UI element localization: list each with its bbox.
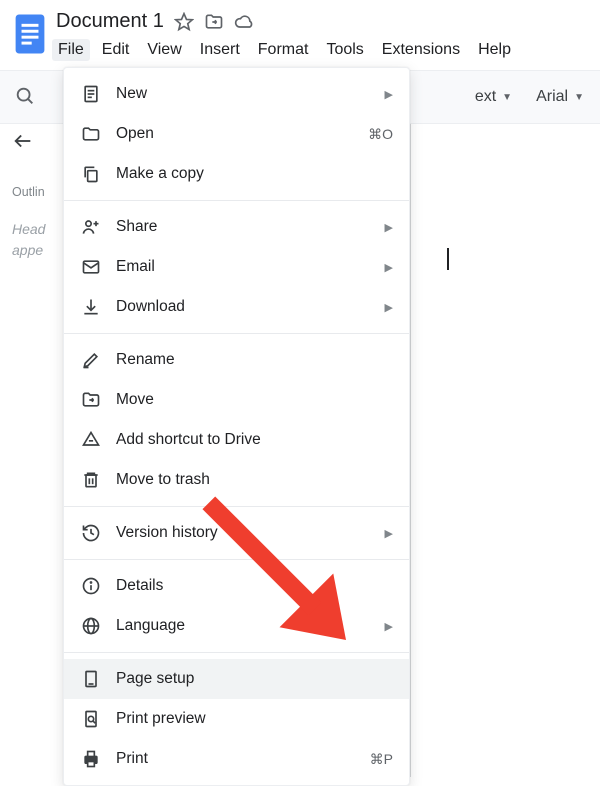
file-email[interactable]: Email ▶: [64, 247, 409, 287]
menu-item-label: Version history: [116, 524, 385, 542]
menu-separator: [64, 200, 409, 201]
menu-insert[interactable]: Insert: [200, 41, 240, 59]
menu-item-label: Print: [116, 750, 370, 768]
font-dropdown[interactable]: Arial ▼: [528, 84, 592, 110]
file-open[interactable]: Open ⌘O: [64, 114, 409, 154]
file-download[interactable]: Download ▶: [64, 287, 409, 327]
share-person-icon: [80, 216, 102, 238]
menu-separator: [64, 506, 409, 507]
document-title[interactable]: Document 1: [56, 10, 164, 33]
header-main: Document 1 File Edit View Insert Format …: [56, 8, 511, 69]
download-icon: [80, 296, 102, 318]
file-add-shortcut[interactable]: Add shortcut to Drive: [64, 420, 409, 460]
submenu-arrow-icon: ▶: [385, 88, 393, 101]
menu-item-shortcut: ⌘P: [370, 751, 393, 768]
paragraph-style-dropdown[interactable]: ext ▼: [467, 84, 520, 110]
menu-item-label: Language: [116, 617, 385, 635]
email-icon: [80, 256, 102, 278]
caret-down-icon: ▼: [502, 92, 512, 103]
outline-label: Outlin: [12, 185, 62, 199]
menu-item-label: Print preview: [116, 710, 393, 728]
menu-edit[interactable]: Edit: [102, 41, 130, 59]
docs-logo-icon[interactable]: [10, 8, 50, 60]
menu-extensions[interactable]: Extensions: [382, 41, 460, 59]
font-label: Arial: [536, 88, 568, 106]
print-preview-icon: [80, 708, 102, 730]
search-icon[interactable]: [14, 85, 36, 110]
star-icon[interactable]: [174, 12, 194, 32]
file-print-preview[interactable]: Print preview: [64, 699, 409, 739]
submenu-arrow-icon: ▶: [385, 261, 393, 274]
submenu-arrow-icon: ▶: [385, 527, 393, 540]
app-header: Document 1 File Edit View Insert Format …: [0, 0, 600, 69]
menu-item-label: Make a copy: [116, 165, 393, 183]
submenu-arrow-icon: ▶: [385, 301, 393, 314]
file-rename[interactable]: Rename: [64, 340, 409, 380]
menu-item-label: Email: [116, 258, 385, 276]
menu-separator: [64, 652, 409, 653]
menu-format[interactable]: Format: [258, 41, 309, 59]
menu-item-label: Page setup: [116, 670, 393, 688]
file-page-setup[interactable]: Page setup: [64, 659, 409, 699]
outline-pane: Outlin Head appe: [0, 130, 62, 261]
text-cursor: [447, 248, 449, 270]
move-folder-icon[interactable]: [204, 12, 224, 32]
menu-tools[interactable]: Tools: [326, 41, 363, 59]
file-details[interactable]: Details: [64, 566, 409, 606]
menu-file[interactable]: File: [52, 39, 90, 61]
submenu-arrow-icon: ▶: [385, 221, 393, 234]
menu-item-label: New: [116, 85, 385, 103]
menu-separator: [64, 333, 409, 334]
paragraph-style-label: ext: [475, 88, 496, 106]
move-icon: [80, 389, 102, 411]
back-arrow-icon[interactable]: [12, 140, 34, 155]
trash-icon: [80, 469, 102, 491]
menu-item-label: Details: [116, 577, 393, 595]
file-share[interactable]: Share ▶: [64, 207, 409, 247]
file-make-copy[interactable]: Make a copy: [64, 154, 409, 194]
menu-item-label: Add shortcut to Drive: [116, 431, 393, 449]
menu-separator: [64, 559, 409, 560]
cloud-status-icon[interactable]: [234, 12, 254, 32]
file-print[interactable]: Print ⌘P: [64, 739, 409, 779]
file-menu-dropdown: New ▶ Open ⌘O Make a copy Share ▶ Email …: [63, 67, 410, 786]
file-move[interactable]: Move: [64, 380, 409, 420]
history-icon: [80, 522, 102, 544]
file-language[interactable]: Language ▶: [64, 606, 409, 646]
menu-item-label: Move: [116, 391, 393, 409]
menu-item-label: Move to trash: [116, 471, 393, 489]
menu-item-label: Share: [116, 218, 385, 236]
caret-down-icon: ▼: [574, 92, 584, 103]
page-setup-icon: [80, 668, 102, 690]
file-version-history[interactable]: Version history ▶: [64, 513, 409, 553]
menu-help[interactable]: Help: [478, 41, 511, 59]
menu-view[interactable]: View: [147, 41, 181, 59]
new-doc-icon: [80, 83, 102, 105]
drive-shortcut-icon: [80, 429, 102, 451]
menu-item-label: Download: [116, 298, 385, 316]
copy-icon: [80, 163, 102, 185]
outline-placeholder: Head appe: [12, 219, 62, 261]
menu-item-label: Open: [116, 125, 368, 143]
file-new[interactable]: New ▶: [64, 74, 409, 114]
document-page[interactable]: [410, 124, 600, 777]
rename-icon: [80, 349, 102, 371]
folder-open-icon: [80, 123, 102, 145]
file-move-trash[interactable]: Move to trash: [64, 460, 409, 500]
globe-icon: [80, 615, 102, 637]
menubar: File Edit View Insert Format Tools Exten…: [56, 33, 511, 69]
menu-item-label: Rename: [116, 351, 393, 369]
menu-item-shortcut: ⌘O: [368, 126, 393, 143]
print-icon: [80, 748, 102, 770]
info-icon: [80, 575, 102, 597]
submenu-arrow-icon: ▶: [385, 620, 393, 633]
